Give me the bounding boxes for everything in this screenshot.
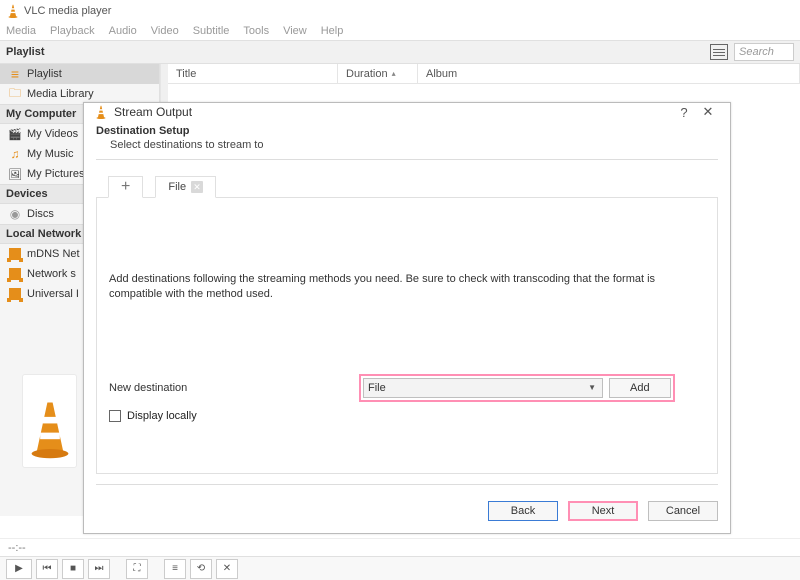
destination-combobox[interactable]: File ▼ xyxy=(363,378,603,398)
menu-tools[interactable]: Tools xyxy=(243,25,269,37)
vlc-cone-icon xyxy=(6,4,20,18)
sidebar-item-label: Discs xyxy=(27,208,54,220)
column-title[interactable]: Title xyxy=(168,64,338,83)
previous-button[interactable]: ⏮ xyxy=(36,559,58,579)
next-button[interactable]: Next xyxy=(568,501,638,521)
section-title: Destination Setup xyxy=(96,125,718,137)
shuffle-button[interactable]: ✕ xyxy=(216,559,238,579)
menubar: Media Playback Audio Video Subtitle Tool… xyxy=(0,22,800,40)
player-controls: ▶ ⏮ ■ ⏭ ⛶ ≡ ⟲ ✕ xyxy=(0,556,800,580)
chevron-down-icon: ▼ xyxy=(588,383,596,392)
column-duration[interactable]: Duration▴ xyxy=(338,64,418,83)
menu-view[interactable]: View xyxy=(283,25,307,37)
video-icon xyxy=(8,127,22,141)
back-button[interactable]: Back xyxy=(488,501,558,521)
network-icon xyxy=(8,267,22,281)
plus-icon: + xyxy=(121,181,130,193)
playlist-toolbar: Playlist Search xyxy=(0,40,800,64)
divider xyxy=(96,159,718,160)
extended-settings-button[interactable]: ≡ xyxy=(164,559,186,579)
menu-media[interactable]: Media xyxy=(6,25,36,37)
search-input[interactable]: Search xyxy=(734,43,794,61)
loop-button[interactable]: ⟲ xyxy=(190,559,212,579)
menu-help[interactable]: Help xyxy=(321,25,344,37)
music-icon xyxy=(8,147,22,161)
toolbar-heading: Playlist xyxy=(6,46,45,58)
dialog-title: Stream Output xyxy=(114,105,192,119)
vlc-cone-icon xyxy=(29,399,71,461)
dialog-buttons: Back Next Cancel xyxy=(84,489,730,533)
menu-subtitle[interactable]: Subtitle xyxy=(193,25,230,37)
tab-body: Add destinations following the streaming… xyxy=(96,198,718,474)
sidebar-item-label: My Music xyxy=(27,148,73,160)
library-icon xyxy=(8,87,22,101)
window-title: VLC media player xyxy=(24,5,111,17)
divider xyxy=(96,484,718,485)
window-titlebar: VLC media player xyxy=(0,0,800,22)
tab-label: File xyxy=(168,181,186,193)
sidebar-item-label: Playlist xyxy=(27,68,62,80)
sidebar-item-playlist[interactable]: Playlist xyxy=(0,64,159,84)
display-locally-label: Display locally xyxy=(127,410,197,422)
album-art-placeholder xyxy=(22,374,77,468)
sidebar-item-label: Network s xyxy=(27,268,76,280)
status-bar: --:-- xyxy=(0,538,800,556)
display-locally-checkbox[interactable] xyxy=(109,410,121,422)
dialog-titlebar: Stream Output ? ✕ xyxy=(84,103,730,121)
sidebar-item-label: My Videos xyxy=(27,128,78,140)
new-destination-label: New destination xyxy=(109,382,349,394)
vlc-cone-icon xyxy=(94,105,108,119)
section-subtitle: Select destinations to stream to xyxy=(110,139,718,151)
menu-playback[interactable]: Playback xyxy=(50,25,95,37)
stop-button[interactable]: ■ xyxy=(62,559,84,579)
time-display: --:-- xyxy=(8,542,26,554)
network-icon xyxy=(8,247,22,261)
destination-tabs: + File ✕ xyxy=(96,170,718,198)
sidebar-item-media-library[interactable]: Media Library xyxy=(0,84,159,104)
view-mode-icon[interactable] xyxy=(710,44,728,60)
picture-icon xyxy=(8,167,22,181)
close-tab-icon[interactable]: ✕ xyxy=(191,181,203,193)
close-button[interactable]: ✕ xyxy=(696,104,720,120)
menu-audio[interactable]: Audio xyxy=(109,25,137,37)
stream-output-dialog: Stream Output ? ✕ Destination Setup Sele… xyxy=(83,102,731,534)
cancel-button[interactable]: Cancel xyxy=(648,501,718,521)
file-tab[interactable]: File ✕ xyxy=(155,176,216,198)
info-text: Add destinations following the streaming… xyxy=(109,272,705,302)
sidebar-item-label: mDNS Net xyxy=(27,248,80,260)
column-album[interactable]: Album xyxy=(418,64,800,83)
sidebar-item-label: Media Library xyxy=(27,88,94,100)
play-button[interactable]: ▶ xyxy=(6,559,32,579)
disc-icon xyxy=(8,207,22,221)
column-headers: Title Duration▴ Album xyxy=(168,64,800,84)
highlight-box: File ▼ Add xyxy=(359,374,675,402)
combobox-value: File xyxy=(368,382,386,394)
next-button[interactable]: ⏭ xyxy=(88,559,110,579)
add-button[interactable]: Add xyxy=(609,378,671,398)
sidebar-item-label: Universal I xyxy=(27,288,79,300)
sort-indicator-icon: ▴ xyxy=(392,69,396,78)
help-button[interactable]: ? xyxy=(672,105,696,120)
sidebar-item-label: My Pictures xyxy=(27,168,84,180)
network-icon xyxy=(8,287,22,301)
fullscreen-button[interactable]: ⛶ xyxy=(126,559,148,579)
menu-video[interactable]: Video xyxy=(151,25,179,37)
add-tab[interactable]: + xyxy=(108,176,143,198)
playlist-icon xyxy=(8,67,22,81)
